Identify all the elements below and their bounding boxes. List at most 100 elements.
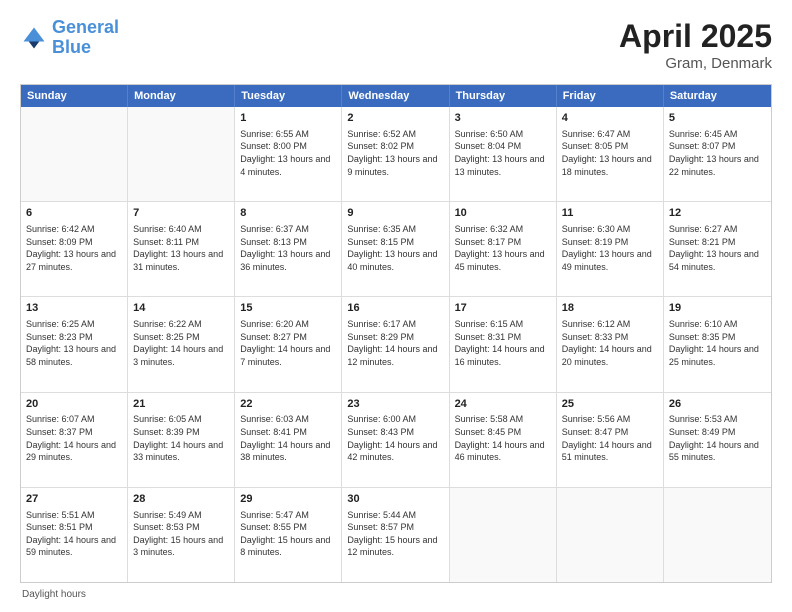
calendar-day-cell: 28 Sunrise: 5:49 AM Sunset: 8:53 PM Dayli… [128,488,235,582]
cell-text: Sunrise: 6:27 AM Sunset: 8:21 PM Dayligh… [669,224,759,272]
day-number: 30 [347,492,443,507]
calendar-row: 6 Sunrise: 6:42 AM Sunset: 8:09 PM Daylig… [21,201,771,296]
day-number: 4 [562,111,658,126]
calendar-row: 20 Sunrise: 6:07 AM Sunset: 8:37 PM Dayli… [21,392,771,487]
cell-text: Sunrise: 6:22 AM Sunset: 8:25 PM Dayligh… [133,319,223,367]
day-number: 2 [347,111,443,126]
logo-icon [20,24,48,52]
cell-text: Sunrise: 6:17 AM Sunset: 8:29 PM Dayligh… [347,319,437,367]
cell-text: Sunrise: 6:45 AM Sunset: 8:07 PM Dayligh… [669,129,759,177]
day-of-week-header: Sunday [21,85,128,107]
calendar-empty-cell [21,107,128,201]
calendar-day-cell: 7Sunrise: 6:40 AM Sunset: 8:11 PM Daylig… [128,202,235,296]
day-of-week-header: Saturday [664,85,771,107]
cell-text: Sunrise: 6:15 AM Sunset: 8:31 PM Dayligh… [455,319,545,367]
calendar-header: SundayMondayTuesdayWednesdayThursdayFrid… [21,85,771,107]
logo-line1: General [52,17,119,37]
cell-text: Sunrise: 5:49 AM Sunset: 8:53 PM Dayligh… [133,510,223,558]
cell-text: Sunrise: 6:47 AM Sunset: 8:05 PM Dayligh… [562,129,652,177]
day-number: 19 [669,301,766,316]
day-number: 23 [347,397,443,412]
calendar: SundayMondayTuesdayWednesdayThursdayFrid… [20,84,772,583]
cell-text: Sunrise: 6:42 AM Sunset: 8:09 PM Dayligh… [26,224,116,272]
calendar-row: 27 Sunrise: 5:51 AM Sunset: 8:51 PM Dayli… [21,487,771,582]
calendar-day-cell: 2Sunrise: 6:52 AM Sunset: 8:02 PM Daylig… [342,107,449,201]
cell-text: Sunrise: 6:03 AM Sunset: 8:41 PM Dayligh… [240,414,330,462]
calendar-day-cell: 24Sunrise: 5:58 AM Sunset: 8:45 PM Dayli… [450,393,557,487]
calendar-day-cell: 26Sunrise: 5:53 AM Sunset: 8:49 PM Dayli… [664,393,771,487]
cell-text: Sunrise: 6:25 AM Sunset: 8:23 PM Dayligh… [26,319,116,367]
cell-text: Sunrise: 6:50 AM Sunset: 8:04 PM Dayligh… [455,129,545,177]
calendar-day-cell: 11 Sunrise: 6:30 AM Sunset: 8:19 PM Dayli… [557,202,664,296]
calendar-empty-cell [450,488,557,582]
day-number: 28 [133,492,229,507]
calendar-day-cell: 19 Sunrise: 6:10 AM Sunset: 8:35 PM Dayli… [664,297,771,391]
calendar-day-cell: 20 Sunrise: 6:07 AM Sunset: 8:37 PM Dayli… [21,393,128,487]
calendar-day-cell: 25Sunrise: 5:56 AM Sunset: 8:47 PM Dayli… [557,393,664,487]
cell-text: Sunrise: 6:12 AM Sunset: 8:33 PM Dayligh… [562,319,652,367]
cell-text: Sunrise: 6:37 AM Sunset: 8:13 PM Dayligh… [240,224,330,272]
cell-text: Sunrise: 6:35 AM Sunset: 8:15 PM Dayligh… [347,224,437,272]
cell-text: Sunrise: 6:30 AM Sunset: 8:19 PM Dayligh… [562,224,652,272]
calendar-day-cell: 14Sunrise: 6:22 AM Sunset: 8:25 PM Dayli… [128,297,235,391]
calendar-day-cell: 23Sunrise: 6:00 AM Sunset: 8:43 PM Dayli… [342,393,449,487]
cell-text: Sunrise: 6:55 AM Sunset: 8:00 PM Dayligh… [240,129,330,177]
calendar-day-cell: 16 Sunrise: 6:17 AM Sunset: 8:29 PM Dayli… [342,297,449,391]
calendar-day-cell: 6 Sunrise: 6:42 AM Sunset: 8:09 PM Daylig… [21,202,128,296]
footer: Daylight hours [20,589,772,600]
header: General Blue April 2025 Gram, Denmark [20,18,772,72]
day-number: 1 [240,111,336,126]
day-number: 7 [133,206,229,221]
calendar-day-cell: 27 Sunrise: 5:51 AM Sunset: 8:51 PM Dayli… [21,488,128,582]
day-of-week-header: Wednesday [342,85,449,107]
calendar-day-cell: 9 Sunrise: 6:35 AM Sunset: 8:15 PM Daylig… [342,202,449,296]
day-number: 12 [669,206,766,221]
day-number: 27 [26,492,122,507]
day-number: 10 [455,206,551,221]
day-number: 29 [240,492,336,507]
cell-text: Sunrise: 6:10 AM Sunset: 8:35 PM Dayligh… [669,319,759,367]
calendar-empty-cell [557,488,664,582]
day-number: 22 [240,397,336,412]
day-of-week-header: Friday [557,85,664,107]
day-number: 6 [26,206,122,221]
main-title: April 2025 [619,18,772,55]
calendar-day-cell: 8 Sunrise: 6:37 AM Sunset: 8:13 PM Daylig… [235,202,342,296]
calendar-row: 13 Sunrise: 6:25 AM Sunset: 8:23 PM Dayli… [21,296,771,391]
day-number: 20 [26,397,122,412]
day-number: 11 [562,206,658,221]
calendar-day-cell: 3 Sunrise: 6:50 AM Sunset: 8:04 PM Daylig… [450,107,557,201]
calendar-day-cell: 30Sunrise: 5:44 AM Sunset: 8:57 PM Dayli… [342,488,449,582]
day-number: 13 [26,301,122,316]
calendar-day-cell: 5 Sunrise: 6:45 AM Sunset: 8:07 PM Daylig… [664,107,771,201]
cell-text: Sunrise: 5:56 AM Sunset: 8:47 PM Dayligh… [562,414,652,462]
calendar-day-cell: 22 Sunrise: 6:03 AM Sunset: 8:41 PM Dayli… [235,393,342,487]
calendar-day-cell: 18 Sunrise: 6:12 AM Sunset: 8:33 PM Dayli… [557,297,664,391]
calendar-day-cell: 29Sunrise: 5:47 AM Sunset: 8:55 PM Dayli… [235,488,342,582]
day-of-week-header: Thursday [450,85,557,107]
title-block: April 2025 Gram, Denmark [619,18,772,72]
page: General Blue April 2025 Gram, Denmark Su… [0,0,792,612]
cell-text: Sunrise: 6:07 AM Sunset: 8:37 PM Dayligh… [26,414,116,462]
calendar-day-cell: 1 Sunrise: 6:55 AM Sunset: 8:00 PM Daylig… [235,107,342,201]
calendar-day-cell: 13 Sunrise: 6:25 AM Sunset: 8:23 PM Dayli… [21,297,128,391]
day-number: 9 [347,206,443,221]
logo-line2: Blue [52,37,91,57]
day-number: 5 [669,111,766,126]
cell-text: Sunrise: 5:51 AM Sunset: 8:51 PM Dayligh… [26,510,116,558]
calendar-day-cell: 15Sunrise: 6:20 AM Sunset: 8:27 PM Dayli… [235,297,342,391]
calendar-day-cell: 17Sunrise: 6:15 AM Sunset: 8:31 PM Dayli… [450,297,557,391]
logo: General Blue [20,18,119,58]
calendar-empty-cell [128,107,235,201]
day-number: 16 [347,301,443,316]
subtitle: Gram, Denmark [619,55,772,72]
day-number: 15 [240,301,336,316]
cell-text: Sunrise: 5:53 AM Sunset: 8:49 PM Dayligh… [669,414,759,462]
day-number: 8 [240,206,336,221]
day-number: 3 [455,111,551,126]
footer-text: Daylight hours [22,589,86,600]
calendar-empty-cell [664,488,771,582]
calendar-day-cell: 21Sunrise: 6:05 AM Sunset: 8:39 PM Dayli… [128,393,235,487]
calendar-body: 1 Sunrise: 6:55 AM Sunset: 8:00 PM Daylig… [21,107,771,582]
day-number: 18 [562,301,658,316]
